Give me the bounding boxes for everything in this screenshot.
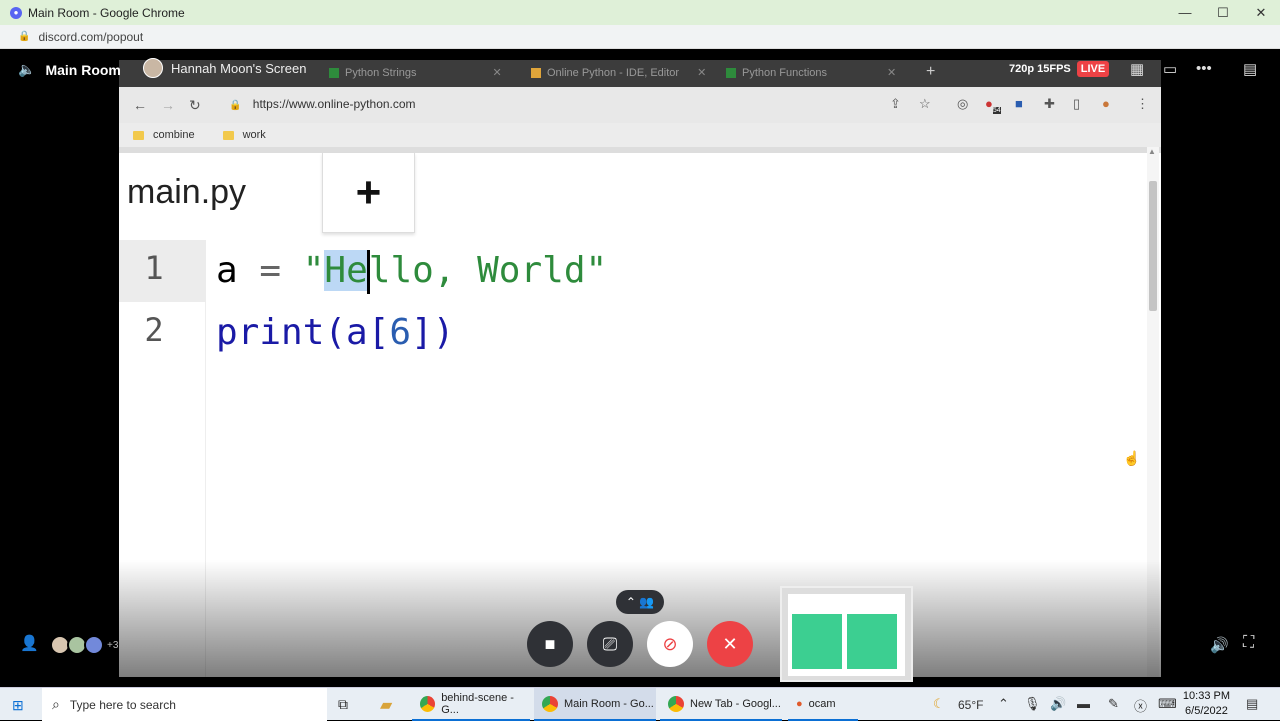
maximize-button[interactable]: ☐ <box>1204 0 1242 25</box>
taskbar-app-ocam[interactable]: ● ocam <box>788 688 858 721</box>
chrome-titlebar: ● Main Room - Google Chrome — ☐ ✕ <box>0 0 1280 25</box>
windows-start-icon[interactable]: ⊞ <box>12 697 24 714</box>
menu-icon[interactable]: ⋮ <box>1136 96 1149 112</box>
battery-icon[interactable]: ▬ <box>1077 696 1090 711</box>
selected-text: He <box>324 250 368 291</box>
address-bar[interactable]: 🔒 https://www.online-python.com <box>229 97 416 111</box>
stream-topbar: 🔈 Main Room Hannah Moon's Screen 720p 15… <box>0 49 1280 91</box>
controls-fade <box>119 560 1161 687</box>
participant-avatars: +3 <box>50 635 118 655</box>
reload-icon[interactable]: ↻ <box>189 97 201 114</box>
participants-toggle-button[interactable]: ⌃ 👥 <box>616 590 664 614</box>
volume-icon[interactable]: 🔊 <box>1210 636 1229 654</box>
file-explorer-icon[interactable]: ▰ <box>380 688 392 721</box>
add-file-button[interactable]: + <box>322 153 415 233</box>
shared-browser-navbar: ← → ↻ 🔒 https://www.online-python.com ⇪ … <box>119 87 1161 123</box>
code-line-2[interactable]: print(a[6]) <box>216 312 454 353</box>
line-number: 1 <box>144 249 164 287</box>
taskbar-app-chrome-new-tab[interactable]: New Tab - Googl... <box>660 688 782 721</box>
room-title: 🔈 Main Room <box>18 61 121 78</box>
folder-icon <box>133 130 144 140</box>
avatar[interactable]: ● <box>1102 96 1110 111</box>
minimize-button[interactable]: — <box>1166 0 1204 25</box>
folder-icon <box>222 130 234 140</box>
extra-participants-count: +3 <box>107 639 119 651</box>
windows-taskbar: ⊞ ⌕ Type here to search ⧉ ▰ behind-scene… <box>0 687 1280 721</box>
bookmarks-bar: combine work <box>119 123 1161 147</box>
chrome-icon <box>420 695 436 712</box>
keyboard-icon[interactable]: ⌨ <box>1158 696 1177 712</box>
weather-icon: ☾ <box>933 696 945 711</box>
taskbar-clock[interactable]: 10:33 PM 6/5/2022 <box>1183 689 1230 719</box>
streamer-label: Hannah Moon's Screen <box>143 58 306 78</box>
popout-icon[interactable]: ▭ <box>1163 60 1177 78</box>
popout-url[interactable]: discord.com/popout <box>38 30 143 44</box>
chevron-up-icon: ⌃ <box>625 595 636 609</box>
stream-preview-thumbnail[interactable] <box>780 586 913 682</box>
mic-icon[interactable]: 🎙 <box>1024 696 1041 712</box>
task-view-icon[interactable]: ⧉ <box>338 688 348 721</box>
share-screen-button[interactable]: ⎚ <box>587 621 633 667</box>
chevron-up-icon[interactable]: ⌃ <box>998 696 1009 712</box>
search-icon: ⌕ <box>52 696 60 712</box>
close-button[interactable]: ✕ <box>1242 0 1280 25</box>
chrome-icon <box>542 695 558 712</box>
fullscreen-icon[interactable]: ⛶ <box>1243 634 1254 652</box>
ocam-icon: ● <box>796 697 803 710</box>
bookmark-work[interactable]: work <box>222 129 266 141</box>
extension-icon[interactable]: ■ <box>1015 96 1023 111</box>
hangup-icon: ✕ <box>722 633 738 654</box>
add-person-icon[interactable]: 👤 <box>20 634 39 652</box>
taskbar-search[interactable]: ⌕ Type here to search <box>42 688 327 721</box>
sidepanel-icon[interactable]: ▯ <box>1073 96 1080 112</box>
line-number: 2 <box>144 311 164 349</box>
scroll-up-icon[interactable]: ▲ <box>1148 147 1156 156</box>
screen-share-icon: ⎚ <box>602 633 618 654</box>
file-tab-main-py[interactable]: main.py <box>127 173 246 212</box>
scrollbar-thumb[interactable] <box>1149 181 1157 311</box>
bookmark-combine[interactable]: combine <box>133 129 195 141</box>
weather-temp[interactable]: 65°F <box>958 698 983 712</box>
mute-button[interactable]: ⊘ <box>647 621 693 667</box>
pen-icon[interactable]: ✎ <box>1108 696 1119 712</box>
close-circle-icon[interactable]: ⓧ <box>1134 696 1147 715</box>
volume-icon[interactable]: 🔊 <box>1050 696 1066 712</box>
taskbar-app-chrome-behind-scene[interactable]: behind-scene - G... <box>412 688 530 721</box>
forward-icon[interactable]: → <box>161 97 175 113</box>
window-title: Main Room - Google Chrome <box>28 5 185 20</box>
discord-icon: ● <box>10 6 22 19</box>
taskbar-app-chrome-main-room[interactable]: Main Room - Go... <box>534 688 656 721</box>
mic-muted-icon: ⊘ <box>662 633 678 654</box>
speaker-icon: 🔈 <box>18 61 36 77</box>
more-icon[interactable]: ••• <box>1196 60 1212 77</box>
back-icon[interactable]: ← <box>133 97 147 113</box>
stream-quality: 720p 15FPS LIVE <box>1009 61 1110 77</box>
avatar <box>84 635 104 655</box>
star-icon[interactable]: ☆ <box>919 96 931 112</box>
extension-icon[interactable]: ◎ <box>957 96 968 112</box>
share-icon[interactable]: ⇪ <box>890 96 901 112</box>
live-badge: LIVE <box>1076 61 1110 77</box>
people-icon: 👥 <box>639 595 655 609</box>
chrome-icon <box>668 695 684 712</box>
camera-icon: ■ <box>544 633 556 654</box>
disconnect-button[interactable]: ✕ <box>707 621 753 667</box>
address-text: https://www.online-python.com <box>252 97 416 111</box>
grid-icon[interactable]: ▦ <box>1130 60 1144 78</box>
avatar <box>143 58 163 78</box>
chat-icon[interactable]: ▤ <box>1243 60 1257 78</box>
puzzle-icon[interactable]: ✚ <box>1044 96 1055 112</box>
popout-url-bar: 🔒 discord.com/popout <box>0 25 1280 49</box>
lock-icon: 🔒 <box>18 31 31 42</box>
code-line-1[interactable]: a = "Hello, World" <box>216 250 607 294</box>
notification-icon[interactable]: ▤ <box>1246 696 1258 712</box>
adblock-icon[interactable]: ●54 <box>985 96 1001 114</box>
lock-icon: 🔒 <box>229 100 242 111</box>
camera-button[interactable]: ■ <box>527 621 573 667</box>
hand-cursor-icon: ☝ <box>1123 450 1141 466</box>
